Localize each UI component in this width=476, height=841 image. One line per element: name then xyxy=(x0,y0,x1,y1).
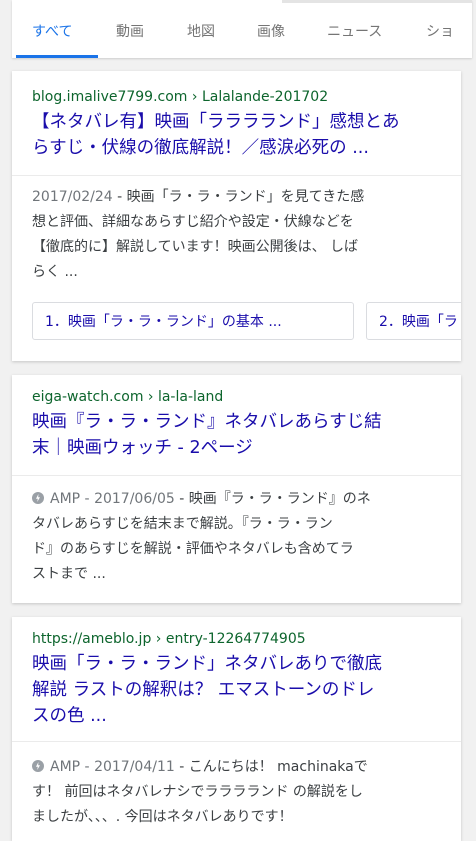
snippet-line: - こんにちは！ machinakaで xyxy=(174,759,368,775)
card-divider xyxy=(12,175,461,176)
result-date: 2017/02/24 xyxy=(32,189,113,205)
result-url[interactable]: blog.imalive7799.com › Lalalande-201702 xyxy=(32,87,441,107)
tab-label: ニュース xyxy=(327,24,383,40)
sitelink-chip[interactable]: 2．映画「ラ xyxy=(366,302,461,340)
tab-news[interactable]: ニュース xyxy=(327,0,382,58)
snippet-line: タバレあらすじを結末まで解説。『ラ・ラ・ラン xyxy=(32,516,333,532)
snippet-line: らく ... xyxy=(32,264,78,280)
result-date: 2017/04/11 xyxy=(94,759,175,775)
tab-videos[interactable]: 動画 xyxy=(116,0,144,58)
result-title-line: 末｜映画ウォッチ - 2ページ xyxy=(32,438,253,458)
card-divider xyxy=(12,475,461,476)
search-result-card: blog.imalive7799.com › Lalalande-201702 … xyxy=(12,71,461,361)
snippet-line: ド』のあらすじを解説・評価やネタバレも含めてラ xyxy=(32,541,354,557)
search-result-card: eiga-watch.com › la-la-land 映画『ラ・ラ・ランド』ネ… xyxy=(12,375,461,603)
result-snippet: AMP - 2017/04/11 - こんにちは！ machinakaで す！ … xyxy=(32,755,445,830)
snippet-line: ストまで ... xyxy=(32,566,106,582)
card-divider xyxy=(12,741,461,742)
search-tabs-bar: すべて 動画 地図 画像 ニュース ショ xyxy=(12,0,472,58)
result-snippet: 2017/02/24 - 映画「ラ・ラ・ランド」を見てきた感 想と評価、詳細なあ… xyxy=(32,185,445,285)
amp-label: AMP xyxy=(50,759,81,775)
result-title-line: 解説 ラストの解釈は？ エマストーンのドレ xyxy=(32,680,375,700)
result-title-line: 【ネタバレ有】映画「ラララランド」感想とあ xyxy=(32,112,400,132)
amp-bolt-icon xyxy=(32,492,44,504)
tab-label: 動画 xyxy=(116,24,144,40)
result-title[interactable]: 映画『ラ・ラ・ランド』ネタバレあらすじ結 末｜映画ウォッチ - 2ページ xyxy=(32,409,441,461)
tab-label: すべて xyxy=(32,24,73,40)
result-url[interactable]: eiga-watch.com › la-la-land xyxy=(32,387,441,407)
search-result-card: https://ameblo.jp › entry-12264774905 映画… xyxy=(12,617,461,841)
tab-label: 画像 xyxy=(257,24,285,40)
result-title-line: スの色 ... xyxy=(32,706,107,726)
sitelink-chip[interactable]: 1．映画「ラ・ラ・ランド」の基本 ... xyxy=(32,302,354,340)
active-tab-indicator xyxy=(16,55,98,58)
result-title-line: 映画『ラ・ラ・ランド』ネタバレあらすじ結 xyxy=(32,412,382,432)
amp-bolt-icon xyxy=(32,760,44,772)
snippet-line: - 映画「ラ・ラ・ランド」を見てきた感 xyxy=(112,189,365,205)
sitelink-label: 1．映画「ラ・ラ・ランド」の基本 ... xyxy=(45,314,282,330)
snippet-line: ましたが、、、. 今回はネタバレありです！ xyxy=(32,809,293,825)
amp-label: AMP xyxy=(50,491,81,507)
result-title[interactable]: 映画「ラ・ラ・ランド」ネタバレありで徹底 解説 ラストの解釈は？ エマストーンの… xyxy=(32,651,441,729)
result-title-line: 映画「ラ・ラ・ランド」ネタバレありで徹底 xyxy=(32,654,382,674)
snippet-line: - 映画『ラ・ラ・ランド』のネ xyxy=(174,491,371,507)
tab-images[interactable]: 画像 xyxy=(257,0,285,58)
result-url[interactable]: https://ameblo.jp › entry-12264774905 xyxy=(32,629,441,649)
tab-label: ショ xyxy=(426,24,454,40)
result-snippet: AMP - 2017/06/05 - 映画『ラ・ラ・ランド』のネ タバレあらすじ… xyxy=(32,487,445,587)
result-date: 2017/06/05 xyxy=(94,491,175,507)
snippet-line: 想と評価、詳細なあらすじ紹介や設定・伏線などを xyxy=(32,214,354,230)
sitelink-label: 2．映画「ラ xyxy=(379,314,458,330)
tab-maps[interactable]: 地図 xyxy=(187,0,215,58)
result-title[interactable]: 【ネタバレ有】映画「ラララランド」感想とあ らすじ・伏線の徹底解説！／感涙必死の… xyxy=(32,109,441,161)
tab-all[interactable]: すべて xyxy=(32,0,72,58)
tab-shopping[interactable]: ショ xyxy=(426,0,454,58)
snippet-line: す！ 前回はネタバレナシでラララランド の解説をし xyxy=(32,784,363,800)
snippet-line: 【徹底的に】解説しています！映画公開後は、 しば xyxy=(32,239,359,255)
tab-label: 地図 xyxy=(187,24,215,40)
result-title-line: らすじ・伏線の徹底解説！／感涙必死の ... xyxy=(32,138,369,158)
